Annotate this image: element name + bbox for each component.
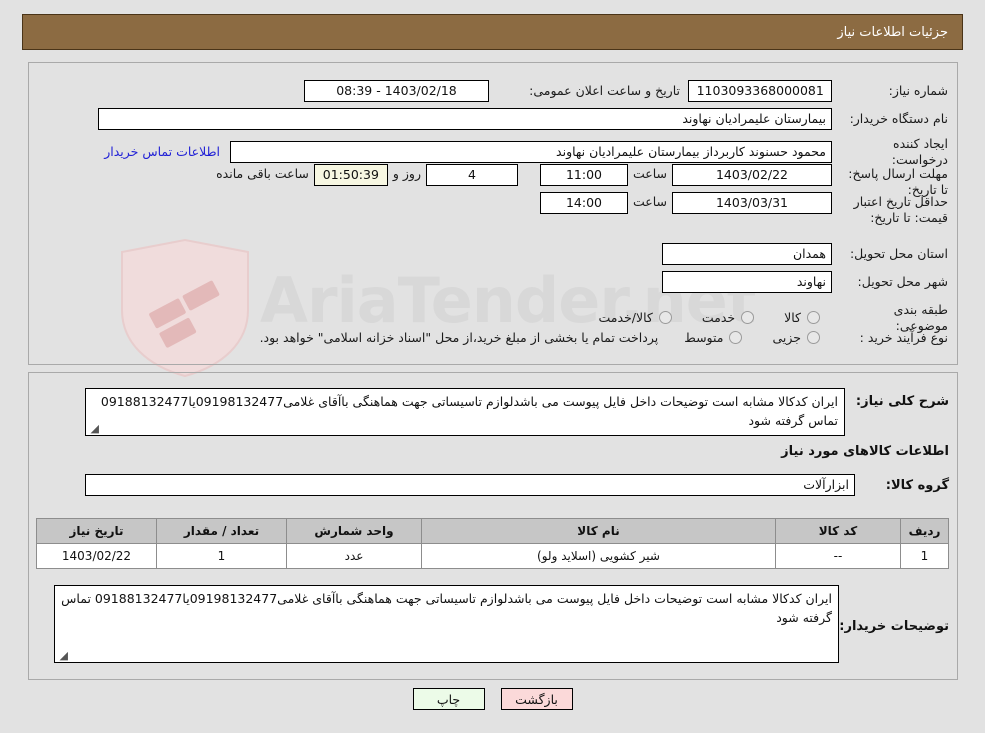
- col-header-row: ردیف: [900, 518, 949, 544]
- goods-group-label: گروه کالا:: [885, 477, 949, 493]
- request-creator-label: ایجاد کننده درخواست:: [891, 136, 948, 167]
- field-summary: شرح کلی نیاز: ایران کدکالا مشابه است توض…: [49, 388, 949, 436]
- buyer-notes-textarea[interactable]: ایران کدکالا مشابه است توضیحات داخل فایل…: [54, 585, 839, 663]
- summary-text: ایران کدکالا مشابه است توضیحات داخل فایل…: [100, 394, 838, 428]
- col-header-qty: تعداد / مقدار: [156, 518, 287, 544]
- cell-qty: 1: [156, 543, 287, 569]
- cell-need-date: 1403/02/22: [36, 543, 157, 569]
- cell-row: 1: [900, 543, 949, 569]
- summary-label: شرح کلی نیاز:: [855, 394, 949, 409]
- col-header-code: کد کالا: [775, 518, 901, 544]
- col-header-unit: واحد شمارش: [286, 518, 422, 544]
- field-delivery-province: استان محل تحویل: همدان: [498, 243, 948, 265]
- action-button-bar: بازگشت چاپ: [0, 688, 985, 710]
- announce-datetime-label: تاریخ و ساعت اعلان عمومی:: [529, 83, 680, 99]
- purchase-process-note: پرداخت تمام یا بخشی از مبلغ خرید،از محل …: [259, 330, 659, 346]
- announce-datetime-value: 1403/02/18 - 08:39: [304, 80, 489, 102]
- field-subject-category: طبقه بندی موضوعی: کالا خدمت کالا/خدمت: [328, 302, 948, 333]
- radio-process-motavasset[interactable]: [729, 331, 743, 345]
- field-buyer-org: نام دستگاه خریدار: بیمارستان علیمرادیان …: [88, 108, 948, 130]
- radio-label-subject-0: کالا: [784, 310, 801, 326]
- buyer-org-value: بیمارستان علیمرادیان نهاوند: [98, 108, 832, 130]
- reply-deadline-hour-label: ساعت: [632, 166, 667, 181]
- summary-textarea[interactable]: ایران کدکالا مشابه است توضیحات داخل فایل…: [85, 388, 845, 436]
- reply-deadline-hour: 11:00: [539, 164, 628, 186]
- price-validity-hour: 14:00: [539, 192, 628, 214]
- request-creator-value: محمود حسنوند کاربرداز بیمارستان علیمرادی…: [230, 140, 832, 163]
- window-titlebar: جزئیات اطلاعات نیاز: [22, 14, 963, 50]
- field-purchase-process: نوع فرآیند خرید : جزیی متوسط پرداخت تمام…: [48, 330, 948, 346]
- cell-code: --: [775, 543, 901, 569]
- field-delivery-city: شهر محل تحویل: نهاوند: [498, 271, 948, 293]
- purchase-process-label: نوع فرآیند خرید :: [859, 330, 948, 345]
- table-header-row: ردیف کد کالا نام کالا واحد شمارش تعداد /…: [36, 518, 949, 544]
- page-title: جزئیات اطلاعات نیاز: [837, 24, 948, 40]
- radio-label-subject-1: خدمت: [701, 310, 736, 326]
- radio-label-subject-2: کالا/خدمت: [598, 310, 653, 326]
- buyer-contact-link[interactable]: اطلاعات تماس خریدار: [104, 144, 220, 159]
- items-section-heading: اطلاعات کالاهای مورد نیاز: [781, 444, 949, 459]
- delivery-city-value: نهاوند: [662, 271, 832, 293]
- page-root: AriaTender.net جزئیات اطلاعات نیاز شماره…: [0, 0, 985, 733]
- buyer-notes-label: توضیحات خریدار:: [839, 619, 949, 634]
- resize-grip-icon[interactable]: ◢: [89, 423, 99, 434]
- delivery-province-value: همدان: [662, 243, 832, 265]
- need-number-value: 1103093368000081: [688, 80, 833, 102]
- field-need-number: شماره نیاز: 1103093368000081: [688, 80, 948, 102]
- radio-process-jozi[interactable]: [807, 331, 820, 345]
- buyer-notes-text: ایران کدکالا مشابه است توضیحات داخل فایل…: [61, 591, 832, 625]
- back-button[interactable]: بازگشت: [500, 688, 573, 710]
- delivery-city-label: شهر محل تحویل:: [857, 274, 948, 290]
- radio-label-process-1: متوسط: [684, 330, 724, 346]
- table-row: 1 -- شیر کشویی (اسلاید ولو) عدد 1 1403/0…: [36, 543, 949, 569]
- days-remaining-value: 4: [425, 164, 518, 186]
- field-announce-datetime: تاریخ و ساعت اعلان عمومی: 1403/02/18 - 0…: [285, 80, 680, 102]
- price-validity-date: 1403/03/31: [672, 192, 832, 214]
- cell-unit: عدد: [286, 543, 422, 569]
- col-header-name: نام کالا: [421, 518, 776, 544]
- radio-subject-khedmat[interactable]: [741, 311, 755, 325]
- goods-group-value: ابزارآلات: [85, 474, 855, 496]
- resize-grip-icon[interactable]: ◢: [58, 650, 68, 661]
- price-validity-hour-label: ساعت: [632, 194, 667, 209]
- subject-category-label: طبقه بندی موضوعی:: [893, 302, 948, 333]
- remaining-suffix-label: ساعت باقی مانده: [216, 166, 309, 181]
- day-and-label: روز و: [392, 166, 421, 181]
- field-goods-group: گروه کالا: ابزارآلات: [49, 474, 949, 496]
- items-table: ردیف کد کالا نام کالا واحد شمارش تعداد /…: [36, 518, 949, 569]
- delivery-province-label: استان محل تحویل:: [849, 246, 948, 262]
- time-remaining-countdown: 01:50:39: [313, 164, 388, 186]
- buyer-org-label: نام دستگاه خریدار:: [849, 111, 948, 127]
- cell-name: شیر کشویی (اسلاید ولو): [421, 543, 776, 569]
- need-number-label: شماره نیاز:: [888, 83, 948, 99]
- field-request-creator: ایجاد کننده درخواست: محمود حسنوند کاربرد…: [88, 136, 948, 167]
- print-button[interactable]: چاپ: [412, 688, 485, 710]
- field-price-validity: حداقل تاریخ اعتبار قیمت: تا تاریخ: 1403/…: [388, 192, 948, 225]
- price-validity-label: حداقل تاریخ اعتبار قیمت: تا تاریخ:: [853, 194, 948, 225]
- field-buyer-notes: توضیحات خریدار: ایران کدکالا مشابه است ت…: [49, 585, 949, 663]
- reply-deadline-date: 1403/02/22: [672, 164, 832, 186]
- radio-label-process-0: جزیی: [772, 330, 801, 346]
- radio-subject-kala-khedmat[interactable]: [658, 311, 672, 325]
- col-header-need-date: تاریخ نیاز: [36, 518, 157, 544]
- radio-subject-kala[interactable]: [807, 311, 820, 325]
